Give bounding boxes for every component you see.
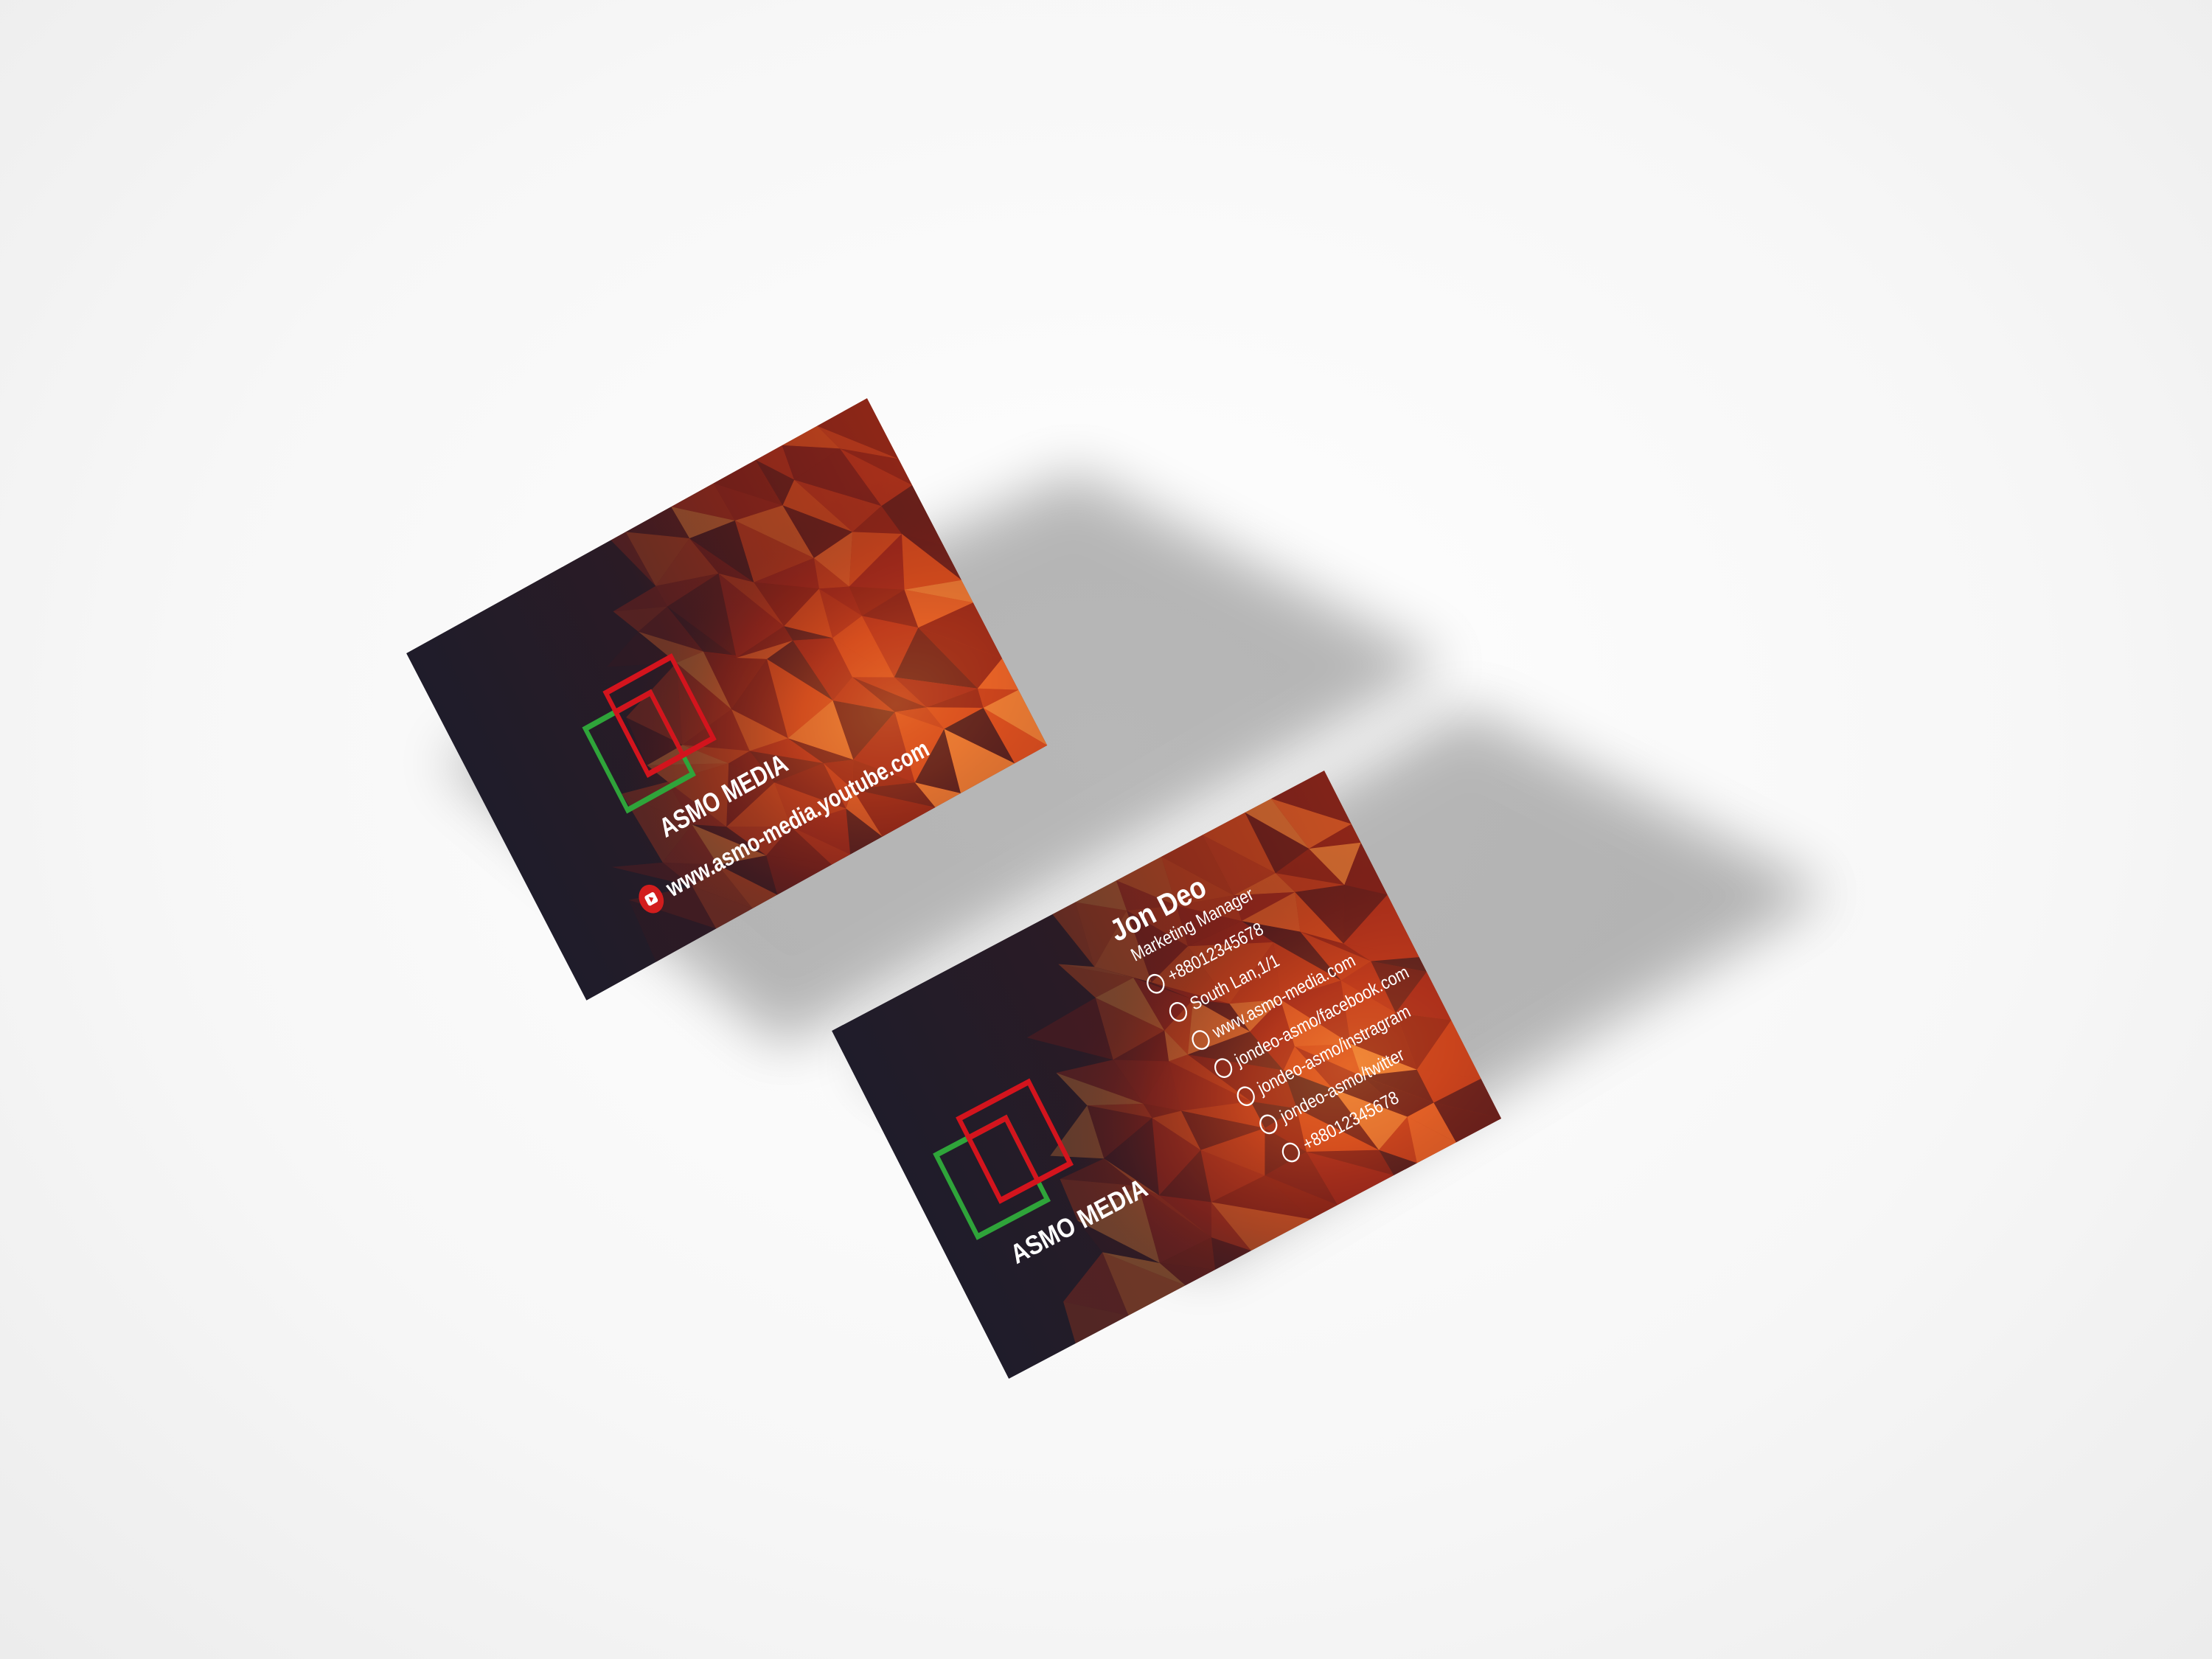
mockup-scene: ASMO MEDIA www.asmo-media.youtube.com AS… <box>0 0 2212 1659</box>
mockup-canvas: ASMO MEDIA www.asmo-media.youtube.com AS… <box>406 398 1829 1380</box>
